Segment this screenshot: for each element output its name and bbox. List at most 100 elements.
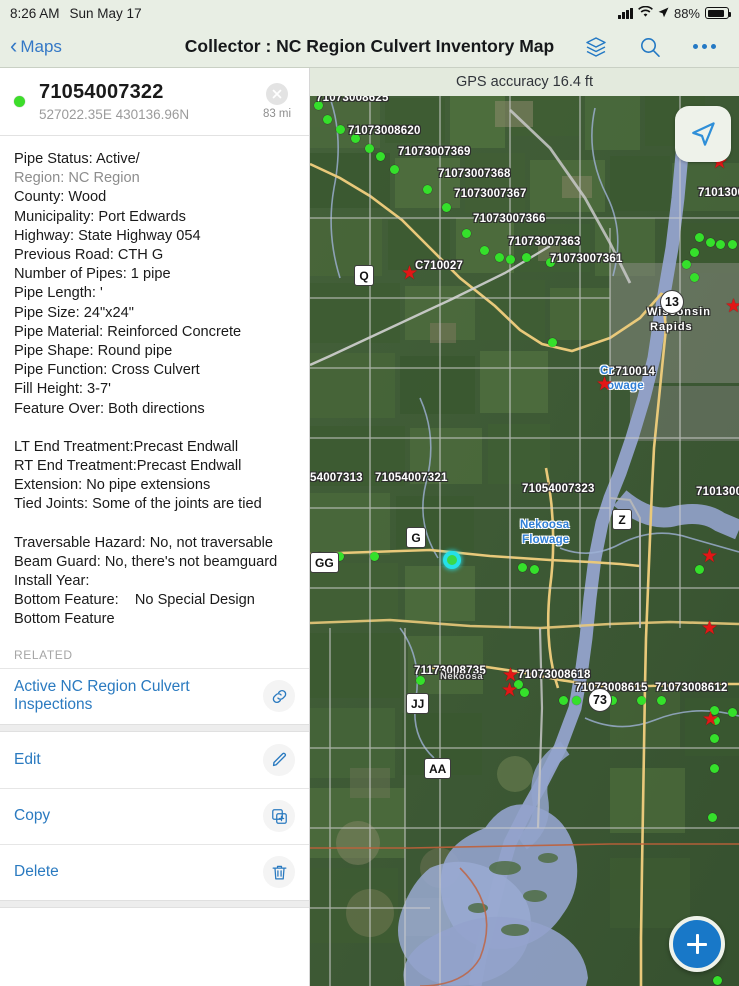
map-feature-label: 71013001 [696,486,739,498]
attribute-line: Pipe Shape: Round pipe [14,343,173,360]
map-point[interactable] [370,552,379,561]
attribute-line: Feature Over: Both directions [14,400,205,417]
map-point[interactable] [495,253,504,262]
map-point[interactable] [710,734,719,743]
back-to-maps-button[interactable]: ‹ Maps [0,32,62,58]
more-options-icon[interactable] [691,34,717,60]
attribute-line: County: Wood [14,189,107,206]
status-bar-right: 88% [618,5,731,21]
map-place-label: Flowage [522,534,570,546]
related-item-inspections[interactable]: Active NC Region Culvert Inspections [0,667,309,724]
map-point[interactable] [416,676,425,685]
locate-me-button[interactable] [675,106,731,162]
layers-icon[interactable] [583,34,609,60]
feature-identity: 71054007322 527022.35E 430136.96N [39,81,257,122]
map-feature-label: C710027 [415,260,464,272]
map-point[interactable] [442,203,451,212]
panel-divider [0,723,309,732]
attribute-line: Pipe Function: Cross Culvert [14,362,200,379]
map-point[interactable] [572,696,581,705]
nav-actions [583,34,739,60]
attribute-list: Pipe Status: Active/Region: NC Region Cou… [0,136,309,630]
trash-icon [263,856,295,889]
map-point[interactable] [728,240,737,249]
related-list: Active NC Region Culvert Inspections [0,667,309,724]
map-feature-label: 71073007366 [473,213,546,225]
status-bar-left: 8:26 AM Sun May 17 [10,6,142,21]
map-point[interactable] [716,240,725,249]
panel-bottom-divider [0,899,309,908]
delete-button[interactable]: Delete [0,843,309,900]
map-point[interactable] [530,565,539,574]
map-feature-label: 71073007361 [550,253,623,265]
attribute-line: Beam Guard: No, there's not beamguard [14,553,278,570]
search-icon[interactable] [637,34,663,60]
map-point[interactable] [548,338,557,347]
route-shield: GG [310,552,339,573]
action-list: Edit Copy Delete [0,731,309,900]
edit-button[interactable]: Edit [0,731,309,788]
map-point[interactable] [365,144,374,153]
selected-feature-point[interactable] [443,551,461,569]
map-point[interactable] [682,260,691,269]
gps-accuracy-banner: GPS accuracy 16.4 ft [310,68,739,96]
map-point[interactable] [376,152,385,161]
map-feature-label: 71073007368 [438,168,511,180]
map-feature-label: 71073007369 [398,146,471,158]
attribute-line: Pipe Material: Reinforced Concrete [14,323,242,340]
map-point[interactable] [506,255,515,264]
attribute-spacer [14,419,295,438]
map-feature-label: 71073007363 [508,236,581,248]
route-shield: 73 [588,688,612,712]
attribute-line: Municipality: Port Edwards [14,208,186,225]
pencil-icon [263,743,295,776]
feature-header-right: 83 mi [257,83,297,120]
map-point[interactable] [559,696,568,705]
copy-button[interactable]: Copy [0,787,309,844]
feature-header: 71054007322 527022.35E 430136.96N 83 mi [0,68,309,136]
map-point[interactable] [336,125,345,134]
map-point[interactable] [728,708,737,717]
attribute-line: Pipe Size: 24"x24" [14,304,134,321]
feature-status-dot [14,96,25,107]
map-point[interactable] [637,696,646,705]
add-feature-button[interactable] [669,916,725,972]
map-point[interactable] [323,115,332,124]
cellular-signal-icon [618,7,633,19]
map-point[interactable] [480,246,489,255]
map-point[interactable] [520,688,529,697]
map-view[interactable]: GPS accuracy 16.4 ft 71073008625 7107300… [310,68,739,986]
map-place-label: Rapids [650,321,693,333]
attribute-line: Fill Height: 3-7' [14,381,111,398]
map-point[interactable] [706,238,715,247]
chevron-left-icon: ‹ [10,32,18,58]
location-arrow-icon [658,6,669,21]
map-point[interactable] [518,563,527,572]
battery-icon [705,7,731,19]
map-point[interactable] [695,233,704,242]
map-point[interactable] [522,253,531,262]
map-point[interactable] [690,273,699,282]
map-point[interactable] [708,813,717,822]
map-point[interactable] [713,976,722,985]
status-time: 8:26 AM [10,5,60,21]
attribute-line: Region: NC Region [14,170,140,187]
route-shield: G [406,527,426,548]
link-icon [263,680,295,713]
map-point[interactable] [423,185,432,194]
map-point[interactable] [462,229,471,238]
delete-label: Delete [14,863,59,881]
map-point[interactable] [390,165,399,174]
close-icon[interactable] [266,83,288,105]
copy-label: Copy [14,807,51,825]
related-item-label: Active NC Region Culvert Inspections [14,678,190,714]
feature-detail-panel: 71054007322 527022.35E 430136.96N 83 mi … [0,68,310,986]
map-point[interactable] [657,696,666,705]
route-shield: Z [612,509,632,530]
map-point[interactable] [690,248,699,257]
map-point[interactable] [710,764,719,773]
map-feature-label: 71073008620 [348,125,421,137]
map-place-label: Nekoosa [440,671,484,682]
attribute-line: Highway: State Highway 054 [14,227,201,244]
related-header: RELATED [14,647,73,662]
